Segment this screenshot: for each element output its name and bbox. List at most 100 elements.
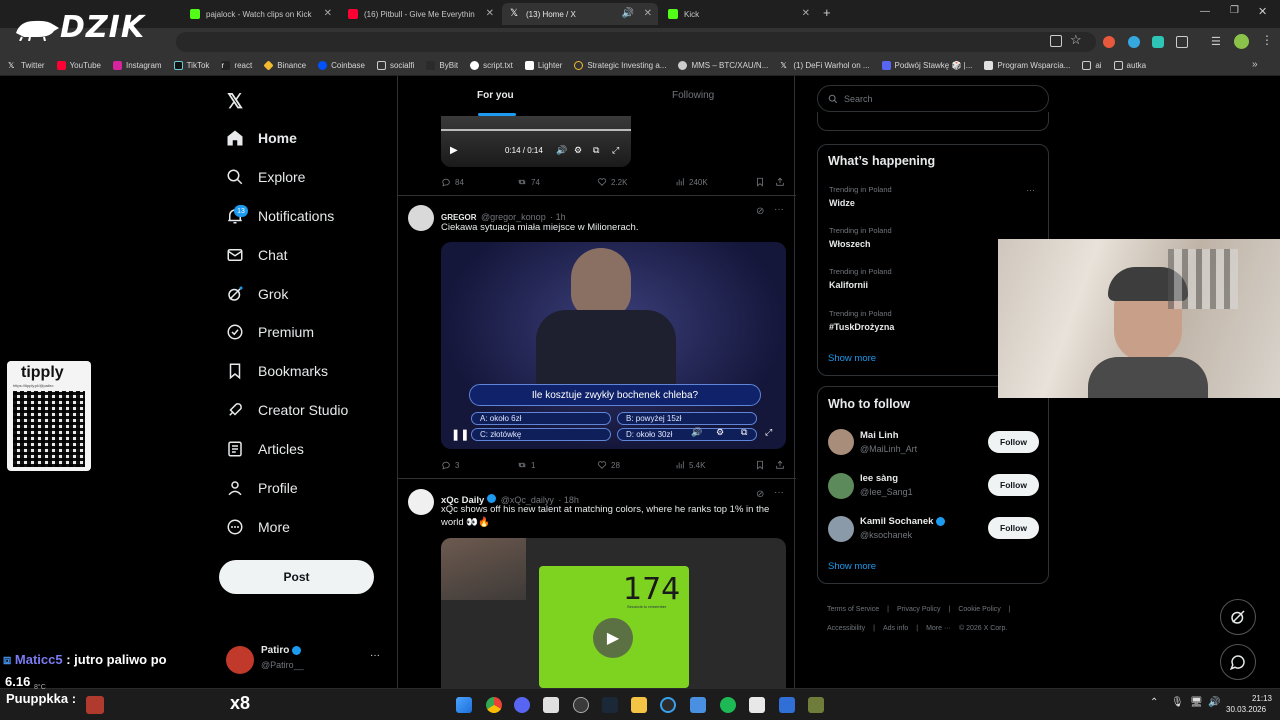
video-progress-bar[interactable] bbox=[441, 129, 631, 131]
browser-tab-x-home[interactable]: 𝕏 (13) Home / X 🔊 ✕ bbox=[502, 3, 658, 25]
speaker-icon[interactable]: 🔊 bbox=[622, 8, 634, 19]
sidebar-item-chat[interactable]: Chat bbox=[226, 241, 288, 269]
follow-button[interactable]: Follow bbox=[988, 474, 1039, 496]
microphone-icon[interactable]: 🎙 bbox=[1171, 697, 1184, 708]
views-button[interactable]: 240K bbox=[675, 177, 708, 187]
play-icon[interactable]: ▶ bbox=[450, 145, 458, 156]
obs-icon[interactable] bbox=[573, 697, 589, 713]
sidebar-item-more[interactable]: More bbox=[226, 513, 290, 541]
restore-icon[interactable]: ❐ bbox=[1230, 5, 1239, 16]
bookmark-folder-ai[interactable]: ai bbox=[1082, 61, 1102, 70]
reply-button[interactable]: 84 bbox=[441, 177, 464, 187]
account-more-button[interactable]: ··· bbox=[370, 650, 380, 661]
browser-tab-kick[interactable]: Kick ✕ bbox=[660, 3, 816, 25]
more-bookmarks-button[interactable]: » bbox=[1252, 59, 1258, 70]
install-app-icon[interactable] bbox=[1050, 35, 1062, 47]
chrome-icon[interactable] bbox=[486, 697, 502, 713]
trend-name[interactable]: #TuskDrożyzna bbox=[829, 322, 894, 332]
clock-date[interactable]: 30.03.2026 bbox=[1226, 705, 1266, 714]
xbox-icon[interactable] bbox=[779, 697, 795, 713]
sidebar-item-articles[interactable]: Articles bbox=[226, 435, 304, 463]
spotify-icon[interactable] bbox=[720, 697, 736, 713]
sidebar-item-bookmarks[interactable]: Bookmarks bbox=[226, 357, 328, 385]
photos-icon[interactable] bbox=[749, 697, 765, 713]
post-button[interactable]: Post bbox=[219, 560, 374, 594]
pip-icon[interactable]: ⧉ bbox=[741, 427, 747, 438]
browser-tab-kick-clips[interactable]: pajalock - Watch clips on Kick ✕ bbox=[182, 3, 338, 25]
bookmark-tweet-button[interactable] bbox=[755, 460, 769, 470]
app-icon[interactable] bbox=[543, 697, 559, 713]
trend-more-button[interactable]: ··· bbox=[1026, 185, 1035, 195]
close-tab-icon[interactable]: ✕ bbox=[644, 8, 652, 19]
show-more-link[interactable]: Show more bbox=[828, 561, 876, 572]
pip-icon[interactable]: ⧉ bbox=[593, 145, 599, 156]
trend-name[interactable]: Włoszech bbox=[829, 239, 871, 249]
browser-menu-icon[interactable]: ⋮ bbox=[1261, 33, 1273, 47]
search-input[interactable]: Search bbox=[817, 85, 1049, 112]
close-tab-icon[interactable]: ✕ bbox=[802, 8, 810, 19]
views-button[interactable]: 5.4K bbox=[675, 460, 705, 470]
star-icon[interactable]: ☆ bbox=[1070, 32, 1082, 48]
monitor-icon[interactable]: 🖥 bbox=[1190, 697, 1203, 708]
settings-icon[interactable]: ⚙ bbox=[574, 145, 582, 156]
sidebar-item-profile[interactable]: Profile bbox=[226, 474, 298, 502]
grok-analyze-icon[interactable]: ⊘ bbox=[756, 206, 764, 217]
game-app-icon[interactable] bbox=[808, 697, 824, 713]
avatar[interactable] bbox=[828, 473, 854, 499]
sidebar-item-creator-studio[interactable]: Creator Studio bbox=[226, 396, 348, 424]
tweet-video[interactable]: 174 Seconds to remember ▶ bbox=[441, 538, 786, 688]
like-button[interactable]: 28 bbox=[597, 460, 620, 470]
footer-accessibility[interactable]: Accessibility bbox=[827, 625, 865, 632]
avatar[interactable] bbox=[828, 516, 854, 542]
settings-icon[interactable]: ⚙ bbox=[716, 427, 724, 438]
close-tab-icon[interactable]: ✕ bbox=[486, 8, 494, 19]
extensions-icon[interactable] bbox=[1176, 36, 1188, 48]
extension-teal-icon[interactable] bbox=[1152, 36, 1164, 48]
show-more-link[interactable]: Show more bbox=[828, 353, 876, 364]
close-window-icon[interactable]: ✕ bbox=[1258, 5, 1267, 18]
footer-privacy[interactable]: Privacy Policy bbox=[897, 606, 941, 613]
avatar[interactable] bbox=[408, 489, 434, 515]
repost-button[interactable]: 1 bbox=[517, 460, 535, 470]
follow-name[interactable]: Iee sàng bbox=[860, 473, 898, 484]
trend-name[interactable]: Kalifornii bbox=[829, 280, 868, 290]
messages-floating-button[interactable] bbox=[1220, 644, 1256, 680]
grok-floating-button[interactable] bbox=[1220, 599, 1256, 635]
reply-button[interactable]: 3 bbox=[441, 460, 459, 470]
bookmark-binance[interactable]: Binance bbox=[263, 60, 306, 71]
new-tab-button[interactable]: + bbox=[823, 5, 831, 20]
close-tab-icon[interactable]: ✕ bbox=[324, 8, 332, 19]
follow-button[interactable]: Follow bbox=[988, 431, 1039, 453]
follow-name-row[interactable]: Kamil Sochanek bbox=[860, 516, 946, 527]
x-logo-icon[interactable]: 𝕏 bbox=[227, 89, 243, 114]
network-app-icon[interactable] bbox=[690, 697, 706, 713]
extension-brave-icon[interactable] bbox=[1103, 36, 1115, 48]
bookmark-bybit[interactable]: ByBit bbox=[426, 61, 458, 70]
bookmark-tweet-button[interactable] bbox=[755, 177, 769, 187]
bookmark-tiktok[interactable]: TikTok bbox=[173, 61, 209, 70]
tab-following[interactable]: Following bbox=[672, 90, 714, 101]
bookmark-twitter[interactable]: 𝕏 Twitter bbox=[8, 61, 45, 70]
volume-icon[interactable]: 🔊 bbox=[556, 145, 567, 156]
bookmark-podwoj-stawke[interactable]: Podwój Stawkę 🎲 |... bbox=[881, 61, 972, 70]
windows-start-icon[interactable] bbox=[456, 697, 472, 713]
sidebar-item-premium[interactable]: Premium bbox=[226, 318, 314, 346]
reading-list-icon[interactable]: ☰ bbox=[1211, 35, 1221, 48]
repost-button[interactable]: 74 bbox=[517, 177, 540, 187]
cursor-app-icon[interactable] bbox=[660, 697, 676, 713]
tweet-more-button[interactable]: ··· bbox=[774, 204, 784, 215]
url-input[interactable] bbox=[176, 32, 1096, 52]
bookmark-folder-autka[interactable]: autka bbox=[1113, 61, 1146, 70]
grok-analyze-icon[interactable]: ⊘ bbox=[756, 489, 764, 500]
share-button[interactable] bbox=[775, 177, 789, 187]
bookmark-react[interactable]: r react bbox=[221, 61, 252, 70]
avatar[interactable] bbox=[408, 205, 434, 231]
share-button[interactable] bbox=[775, 460, 789, 470]
sidebar-item-home[interactable]: Home bbox=[226, 124, 297, 152]
video-player[interactable]: ▶ 0:14 / 0:14 🔊 ⚙ ⧉ ⤢ bbox=[441, 116, 631, 167]
bookmark-instagram[interactable]: Instagram bbox=[113, 61, 162, 70]
footer-more[interactable]: More ··· bbox=[926, 625, 951, 632]
clock-time[interactable]: 21:13 bbox=[1236, 694, 1272, 703]
sidebar-item-grok[interactable]: Grok bbox=[226, 280, 288, 308]
fullscreen-icon[interactable]: ⤢ bbox=[612, 145, 619, 156]
